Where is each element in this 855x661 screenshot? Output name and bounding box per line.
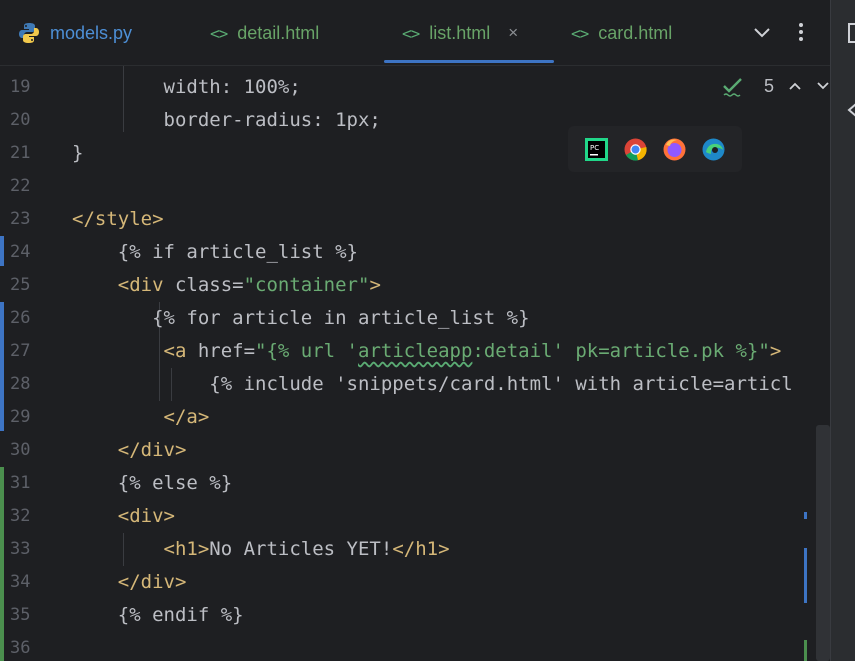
tab-label: card.html xyxy=(598,22,673,43)
chevron-up-icon[interactable] xyxy=(788,79,802,93)
vcs-modified-marker[interactable] xyxy=(0,236,4,266)
line-number: 26 xyxy=(10,308,31,328)
line-number: 25 xyxy=(10,275,31,295)
line-number: 27 xyxy=(10,341,31,361)
line-number: 28 xyxy=(10,374,31,394)
code-line: } xyxy=(72,142,84,164)
scroll-change-marker xyxy=(804,512,807,519)
more-options-icon[interactable] xyxy=(790,20,812,44)
html-icon: <> xyxy=(210,23,228,43)
line-number: 31 xyxy=(10,473,31,493)
active-tab-indicator xyxy=(384,60,554,63)
line-number: 19 xyxy=(10,77,31,97)
inspection-count: 5 xyxy=(764,75,775,96)
close-icon[interactable]: × xyxy=(508,23,518,43)
collapse-left-icon[interactable] xyxy=(846,102,855,118)
code-line: <div> xyxy=(117,505,175,527)
line-number: 22 xyxy=(10,176,31,196)
vcs-added-marker[interactable] xyxy=(0,467,4,661)
check-icon xyxy=(723,78,742,97)
code-line: <div class="container"> xyxy=(117,274,381,296)
chrome-icon[interactable] xyxy=(623,137,648,162)
python-icon xyxy=(18,22,40,44)
edge-icon[interactable] xyxy=(701,137,726,162)
tab-list-html[interactable]: <> list.html × xyxy=(402,0,518,66)
line-number: 21 xyxy=(10,143,31,163)
pycharm-icon[interactable]: PC xyxy=(584,137,609,162)
tab-detail-html[interactable]: <> detail.html xyxy=(210,0,319,66)
html-icon: <> xyxy=(571,23,589,43)
code-line: {% if article_list %} xyxy=(117,241,358,263)
vcs-modified-marker[interactable] xyxy=(0,302,4,431)
line-number: 35 xyxy=(10,605,31,625)
code-line: <a href="{% url 'articleapp:detail' pk=a… xyxy=(163,340,782,362)
browser-preview-bar: PC xyxy=(568,126,742,172)
line-number: 24 xyxy=(10,242,31,262)
line-number: 33 xyxy=(10,539,31,559)
code-line: {% for article in article_list %} xyxy=(152,307,530,329)
line-number: 34 xyxy=(10,572,31,592)
line-number: 20 xyxy=(10,110,31,130)
code-line: </div> xyxy=(117,571,187,593)
editor-tab-bar: models.py <> detail.html <> list.html × … xyxy=(0,0,830,66)
code-line: </style> xyxy=(72,208,164,230)
right-tool-strip xyxy=(830,0,855,661)
line-number: 23 xyxy=(10,209,31,229)
chevron-down-icon[interactable] xyxy=(816,79,830,93)
tab-label: models.py xyxy=(50,22,133,43)
tab-card-html[interactable]: <> card.html xyxy=(571,0,672,66)
html-icon: <> xyxy=(402,23,420,43)
scroll-change-marker xyxy=(804,548,807,603)
code-line: {% else %} xyxy=(117,472,233,494)
tab-label: detail.html xyxy=(237,22,320,43)
tab-models-py[interactable]: models.py xyxy=(18,0,132,66)
typo-warning: articleapp xyxy=(358,340,473,362)
code-line: </div> xyxy=(117,439,187,461)
line-number: 32 xyxy=(10,506,31,526)
line-number: 29 xyxy=(10,407,31,427)
code-line: <h1>No Articles YET!</h1> xyxy=(163,538,450,560)
scroll-change-marker xyxy=(804,640,807,661)
inspection-widget[interactable]: 5 xyxy=(722,74,844,98)
tab-label: list.html xyxy=(429,22,491,43)
line-number-gutter: 19 20 21 22 23 24 25 26 27 28 29 30 31 3… xyxy=(0,66,72,661)
line-number: 30 xyxy=(10,440,31,460)
line-number: 36 xyxy=(10,638,31,658)
code-line: {% endif %} xyxy=(117,604,244,626)
svg-text:PC: PC xyxy=(590,144,599,152)
notifications-icon[interactable] xyxy=(846,22,855,44)
code-line: </a> xyxy=(163,406,210,428)
code-line: width: 100%; xyxy=(163,76,301,98)
firefox-icon[interactable] xyxy=(662,137,687,162)
chevron-down-icon[interactable] xyxy=(752,22,772,42)
vertical-scrollbar[interactable] xyxy=(816,425,830,661)
code-line: border-radius: 1px; xyxy=(163,109,381,131)
code-line: {% include 'snippets/card.html' with art… xyxy=(209,373,793,395)
